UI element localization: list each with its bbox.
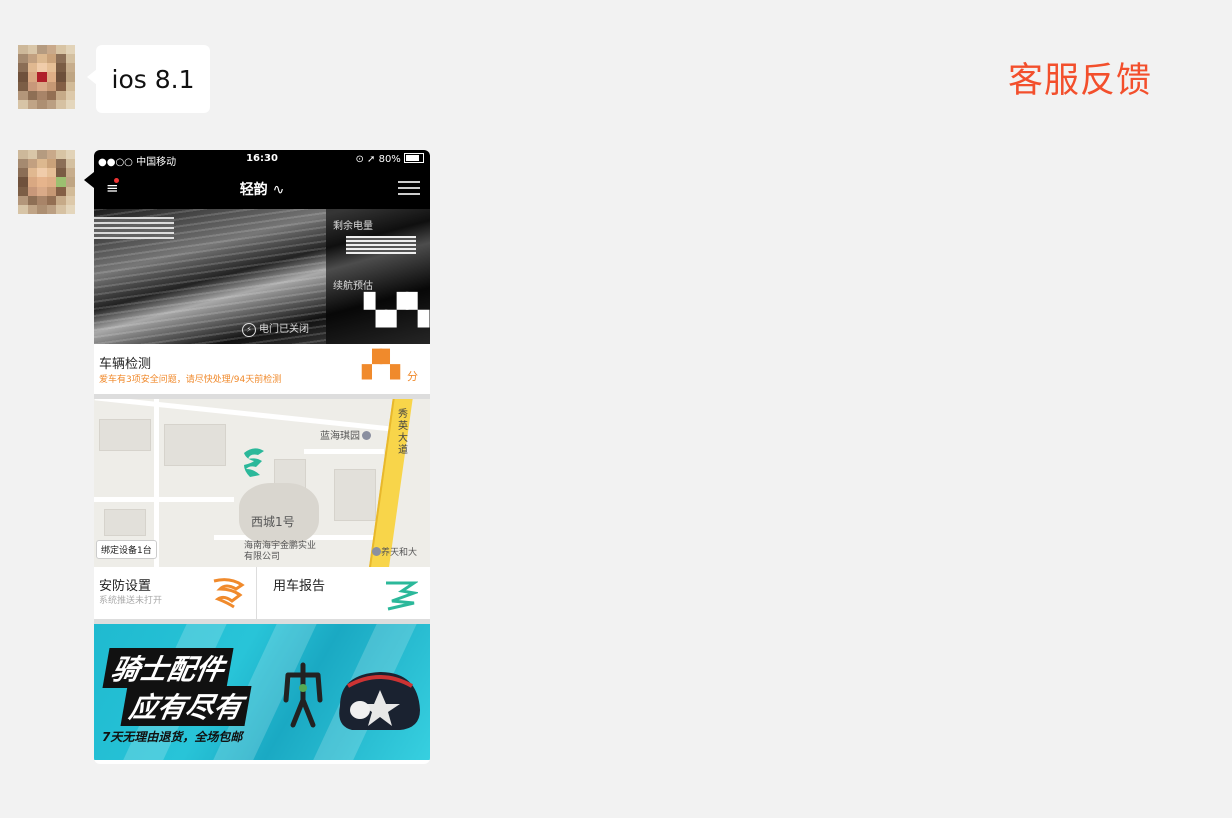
battery-icon (404, 153, 424, 163)
range-estimate-label: 续航预估 (333, 281, 373, 292)
map-view[interactable]: 蓝海琪园 秀英大道 西城1号 海南海宇金鹏实业有限公司 养天和大 绑定设备1台 (94, 399, 430, 567)
feature-tiles: 安防设置 系统推送未打开 用车报告 (94, 567, 430, 619)
score-unit: 分 (407, 370, 418, 383)
vehicle-check-score: ▞▚ (362, 350, 400, 380)
phone-nav-bar: ≡ 轻韵 ∿ (94, 169, 430, 209)
phone-holder-image (283, 662, 323, 728)
hero-glitch (94, 217, 174, 239)
vehicle-check-card[interactable]: 车辆检测 爱车有3项安全问题，请尽快处理/94天前检测 ▞▚ 分 (94, 344, 430, 394)
feedback-label: 客服反馈 (1008, 61, 1153, 101)
door-status: ⚡ 电门已关闭 (242, 320, 309, 337)
vehicle-hero: 剩余电量 续航预估 ▚▞▚ ⚡ 电门已关闭 (94, 209, 430, 344)
banner-headline-1: 骑士配件 (102, 648, 234, 688)
poi-icon (372, 547, 381, 556)
banner-headline-2: 应有尽有 (120, 686, 252, 726)
battery-remaining-value (346, 236, 416, 254)
accessory-promo-banner[interactable]: 骑士配件 应有尽有 7天无理由退货，全场包邮 (94, 624, 430, 760)
map-label-block: 西城1号 (251, 515, 295, 529)
security-settings-subtitle: 系统推送未打开 (99, 596, 163, 606)
vehicle-check-title: 车辆检测 (99, 357, 152, 372)
vehicle-location-marker[interactable] (240, 445, 268, 477)
battery-remaining-label: 剩余电量 (333, 221, 373, 232)
map-label-park: 蓝海琪园 (320, 427, 371, 442)
banner-subline: 7天无理由退货，全场包邮 (102, 730, 243, 744)
bind-device-button[interactable]: 绑定设备1台 (96, 540, 157, 559)
avatar[interactable] (18, 45, 75, 109)
map-label-company: 海南海宇金鹏实业有限公司 (244, 541, 317, 562)
logo-icon: ∿ (272, 182, 285, 198)
battery-status: ⊙ ➚ 80% (355, 153, 424, 165)
security-settings-title: 安防设置 (99, 579, 152, 594)
phone-status-bar: ●●○○ 中国移动 16:30 ⊙ ➚ 80% (94, 150, 430, 169)
more-icon[interactable] (398, 181, 420, 195)
battery-percent: 80% (378, 154, 401, 165)
message-bubble[interactable]: ios 8.1 (87, 45, 210, 113)
app-title: 轻韵 ∿ (239, 182, 285, 198)
map-label-road: 秀英大道 (398, 409, 408, 456)
lightning-icon: ⚡ (242, 323, 256, 337)
vehicle-check-subtitle: 爱车有3项安全问题，请尽快处理/94天前检测 (99, 375, 282, 385)
message-text: ios 8.1 (111, 64, 195, 94)
avatar[interactable] (18, 150, 75, 214)
riding-report-title: 用车报告 (273, 579, 326, 594)
range-estimate-value: ▚▞▚ (364, 293, 429, 328)
helmet-image (339, 672, 420, 730)
report-icon (386, 581, 418, 611)
screenshot-image-message[interactable]: ●●○○ 中国移动 16:30 ⊙ ➚ 80% ≡ 轻韵 ∿ 剩余电量 续航预估… (94, 150, 430, 764)
poi-icon (362, 431, 371, 440)
riding-report-tile[interactable]: 用车报告 (257, 567, 430, 619)
security-settings-tile[interactable]: 安防设置 系统推送未打开 (94, 567, 256, 619)
map-label-store: 养天和大 (370, 545, 417, 558)
bubble-tail (84, 172, 94, 188)
shield-icon (213, 578, 245, 609)
